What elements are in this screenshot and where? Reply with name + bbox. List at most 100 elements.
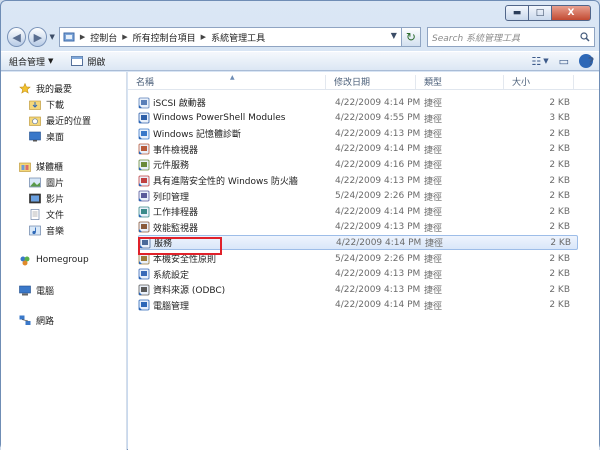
file-date: 4/22/2009 4:13 PM xyxy=(335,128,421,139)
file-row[interactable]: 效能監視器 4/22/2009 4:13 PM 捷徑 2 KB xyxy=(138,220,578,235)
file-size: 2 KB xyxy=(549,97,570,108)
file-row[interactable]: 資料來源 (ODBC) 4/22/2009 4:13 PM 捷徑 2 KB xyxy=(138,282,578,297)
sidebar-item-label: 桌面 xyxy=(46,132,65,143)
search-box[interactable]: Search 系統管理工具 xyxy=(427,27,595,47)
column-header-label: 名稱 xyxy=(136,78,155,88)
sidebar-computer[interactable]: 電腦 xyxy=(1,282,126,298)
maximize-button[interactable]: □ xyxy=(528,5,552,21)
sidebar-item-pictures[interactable]: 圖片 xyxy=(1,174,126,190)
recent-places-icon xyxy=(29,116,41,126)
file-type: 捷徑 xyxy=(424,286,443,297)
pictures-icon xyxy=(29,177,41,187)
file-row[interactable]: 電腦管理 4/22/2009 4:14 PM 捷徑 2 KB xyxy=(138,298,578,313)
close-button[interactable]: X xyxy=(551,5,591,21)
file-type: 捷徑 xyxy=(424,270,443,281)
column-header-name[interactable]: 名稱 ▲ xyxy=(128,74,326,89)
file-size: 2 KB xyxy=(549,253,570,264)
open-window-icon xyxy=(71,56,84,66)
shortcut-file-icon xyxy=(138,159,150,171)
file-row[interactable]: 元件服務 4/22/2009 4:16 PM 捷徑 2 KB xyxy=(138,157,578,172)
file-row[interactable]: 系統設定 4/22/2009 4:13 PM 捷徑 2 KB xyxy=(138,267,578,282)
refresh-button[interactable]: ↻ xyxy=(401,27,422,47)
file-name: 具有進階安全性的 Windows 防火牆 xyxy=(153,177,298,187)
sidebar-network[interactable]: 網路 xyxy=(1,312,126,328)
column-header-label: 大小 xyxy=(512,78,531,88)
sidebar-favorites[interactable]: 我的最愛 xyxy=(1,80,126,96)
breadcrumb-admin-tools[interactable]: 系統管理工具 xyxy=(211,31,265,44)
sidebar-item-desktop[interactable]: 桌面 xyxy=(1,128,126,144)
breadcrumb-separator[interactable]: ▶ xyxy=(122,33,127,41)
sidebar-item-recent-places[interactable]: 最近的位置 xyxy=(1,112,126,128)
view-dropdown-icon[interactable]: ▼ xyxy=(543,57,548,65)
command-bar: 組合管理 ▼ 開啟 ☷ ▼ ▭ ? xyxy=(1,51,599,71)
search-icon[interactable] xyxy=(580,32,590,42)
shortcut-file-icon xyxy=(138,190,150,202)
file-type: 捷徑 xyxy=(424,99,443,109)
minimize-button[interactable]: ▬ xyxy=(505,5,529,21)
breadcrumb-control-panel[interactable]: 控制台 xyxy=(90,31,117,44)
help-button[interactable]: ? xyxy=(579,54,594,68)
search-placeholder: Search 系統管理工具 xyxy=(432,33,521,44)
sidebar-network-label: 網路 xyxy=(36,316,55,327)
library-icon xyxy=(19,162,31,172)
file-type: 捷徑 xyxy=(424,301,443,312)
sidebar-item-label: 文件 xyxy=(46,210,65,221)
file-type: 捷徑 xyxy=(424,192,443,203)
sidebar-item-documents[interactable]: 文件 xyxy=(1,206,126,222)
file-date: 4/22/2009 4:14 PM xyxy=(335,97,421,108)
sidebar-libraries[interactable]: 媒體櫃 xyxy=(1,158,126,174)
computer-icon xyxy=(19,285,31,295)
file-row[interactable]: Windows PowerShell Modules 4/22/2009 4:55… xyxy=(138,111,578,126)
file-row[interactable]: Windows 記憶體診斷 4/22/2009 4:13 PM 捷徑 2 KB xyxy=(138,126,578,141)
sidebar-homegroup[interactable]: Homegroup xyxy=(1,252,126,268)
file-size: 2 KB xyxy=(549,159,570,170)
breadcrumb-all-items[interactable]: 所有控制台項目 xyxy=(133,31,196,44)
file-name: 系統設定 xyxy=(153,270,190,281)
file-row[interactable]: iSCSI 啟動器 4/22/2009 4:14 PM 捷徑 2 KB xyxy=(138,95,578,110)
file-row[interactable]: 列印管理 5/24/2009 2:26 PM 捷徑 2 KB xyxy=(138,189,578,204)
back-button[interactable]: ◀ xyxy=(7,27,27,47)
open-button[interactable]: 開啟 xyxy=(71,55,105,68)
music-icon xyxy=(29,225,41,235)
videos-icon xyxy=(29,193,41,203)
sidebar-item-music[interactable]: 音樂 xyxy=(1,222,126,238)
file-row[interactable]: 事件檢視器 4/22/2009 4:14 PM 捷徑 2 KB xyxy=(138,142,578,157)
address-dropdown-icon[interactable]: ▼ xyxy=(391,31,397,40)
forward-button[interactable]: ▶ xyxy=(28,27,48,47)
sidebar-item-videos[interactable]: 影片 xyxy=(1,190,126,206)
star-icon xyxy=(19,82,31,94)
maximize-icon: □ xyxy=(535,8,545,18)
sidebar-item-label: 音樂 xyxy=(46,226,65,237)
open-label: 開啟 xyxy=(87,57,106,68)
shortcut-file-icon xyxy=(138,97,150,108)
recent-pages-dropdown[interactable]: ▼ xyxy=(49,33,54,41)
sort-ascending-icon: ▲ xyxy=(230,74,235,81)
shortcut-file-icon xyxy=(138,128,150,140)
file-name: 列印管理 xyxy=(153,192,190,203)
file-size: 2 KB xyxy=(549,191,570,202)
column-header-type[interactable]: 類型 xyxy=(416,75,504,89)
back-arrow-icon: ◀ xyxy=(12,30,21,44)
file-type: 捷徑 xyxy=(424,161,443,172)
preview-pane-icon[interactable]: ▭ xyxy=(559,55,569,68)
sidebar-homegroup-label: Homegroup xyxy=(36,255,89,265)
column-header-label: 類型 xyxy=(424,78,443,88)
file-size: 2 KB xyxy=(549,175,570,186)
minimize-icon: ▬ xyxy=(512,8,522,18)
view-options-icon[interactable]: ☷ xyxy=(531,55,541,68)
sidebar-item-downloads[interactable]: 下載 xyxy=(1,96,126,112)
file-row[interactable]: 具有進階安全性的 Windows 防火牆 4/22/2009 4:13 PM 捷徑 2… xyxy=(138,173,578,188)
navigation-pane: 我的最愛 下載 最近的位置 桌面 媒體櫃 圖片 影片 文件 音樂 Homegro… xyxy=(1,72,127,450)
organize-button[interactable]: 組合管理 ▼ xyxy=(9,55,53,68)
file-row[interactable]: 工作排程器 4/22/2009 4:14 PM 捷徑 2 KB xyxy=(138,204,578,219)
column-header-size[interactable]: 大小 xyxy=(504,75,574,89)
breadcrumb-separator[interactable]: ▶ xyxy=(80,33,85,41)
breadcrumb-separator[interactable]: ▶ xyxy=(201,33,206,41)
column-header-date[interactable]: 修改日期 xyxy=(326,75,416,89)
navigation-bar: ◀ ▶ ▼ ▶ 控制台 ▶ 所有控制台項目 ▶ 系統管理工具 ▼ ↻ Searc… xyxy=(7,26,595,48)
address-bar[interactable]: ▶ 控制台 ▶ 所有控制台項目 ▶ 系統管理工具 ▼ xyxy=(58,27,402,47)
file-size: 2 KB xyxy=(550,237,571,248)
